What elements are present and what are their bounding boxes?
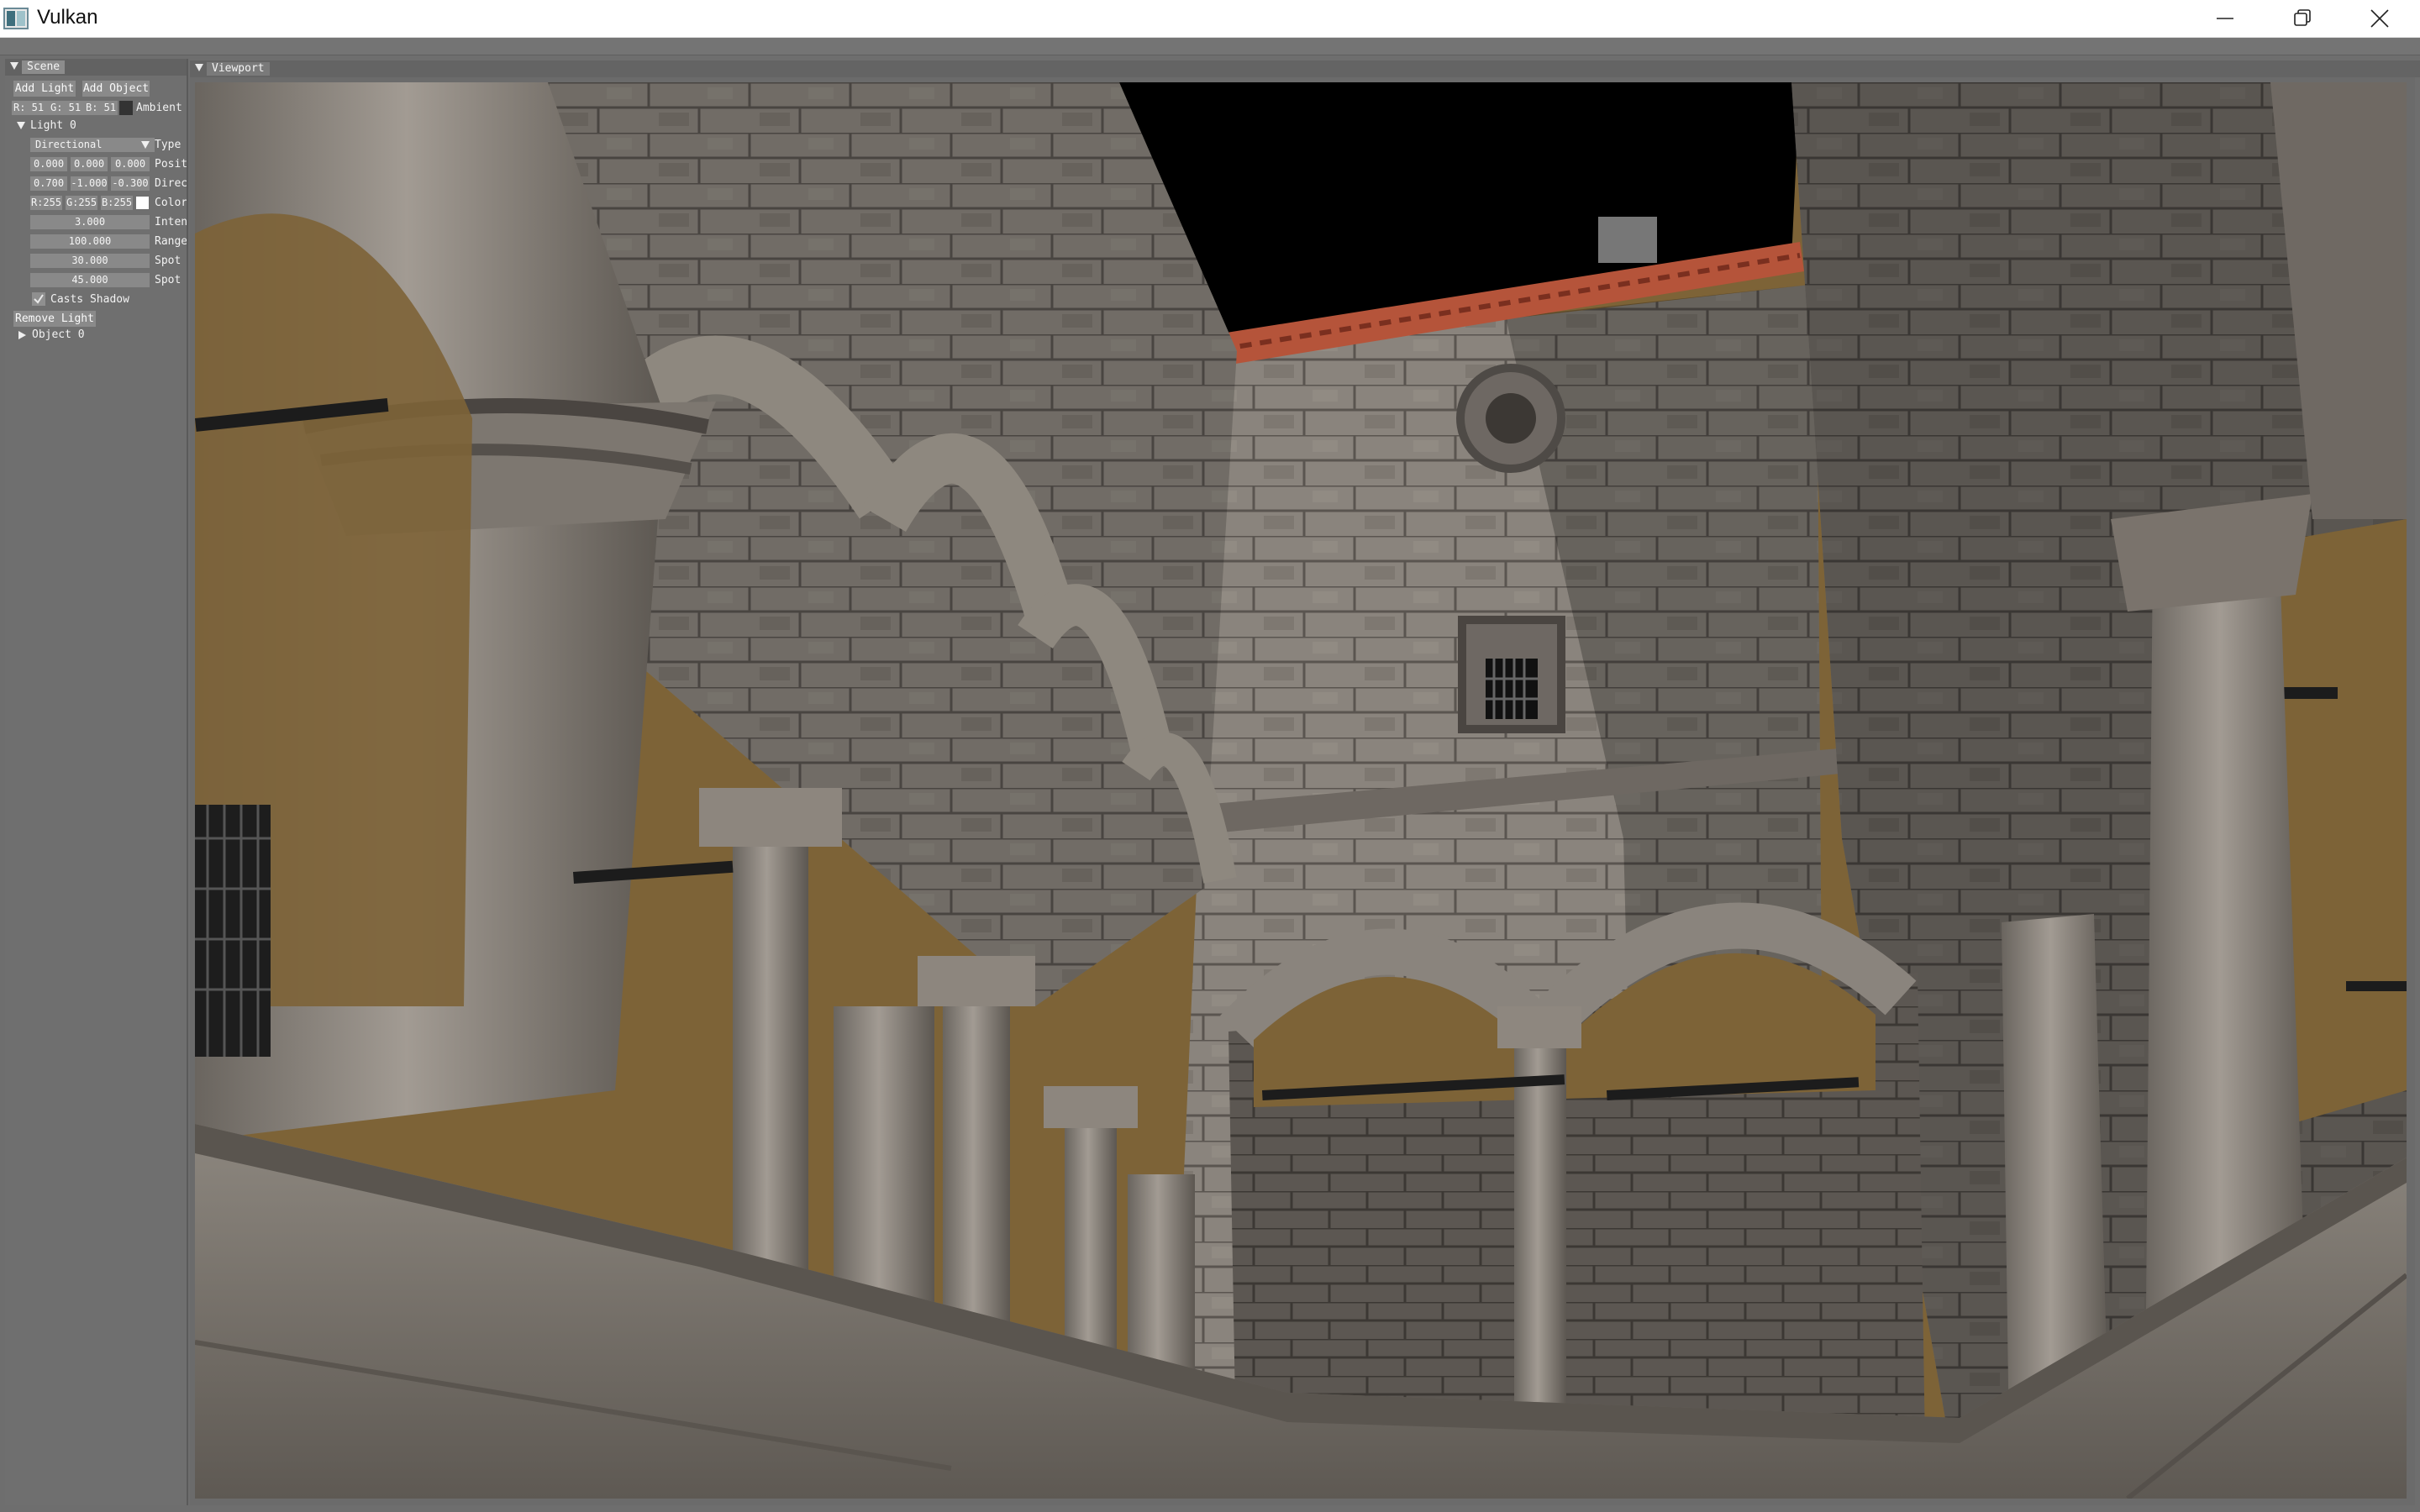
add-object-button[interactable]: Add Object — [82, 81, 150, 97]
casts-shadow-label: Casts Shadow — [50, 293, 129, 306]
maximize-button[interactable] — [2264, 0, 2341, 37]
minimize-icon — [2217, 18, 2233, 19]
spot-outer-slider[interactable]: 45.000 — [30, 273, 150, 287]
color-g-field[interactable]: G:255 — [66, 196, 97, 210]
window-title: Vulkan — [37, 6, 98, 29]
ambient-b-field[interactable]: B: 51 — [84, 101, 118, 115]
checkmark-icon — [34, 294, 44, 304]
type-label: Type — [155, 139, 182, 151]
light-0-expand-icon[interactable] — [17, 122, 25, 129]
scene-panel-body: Add Light Add Object R: 51 G: 51 B: 51 A… — [5, 76, 187, 1505]
collapse-arrow-icon[interactable] — [10, 62, 18, 70]
remove-light-button[interactable]: Remove Light — [13, 311, 96, 327]
color-label: Color — [155, 197, 187, 209]
scene-tab[interactable]: Scene — [22, 60, 66, 74]
viewport-tab-bar: Viewport — [190, 60, 2420, 77]
position-x-field[interactable]: 0.000 — [30, 157, 67, 171]
casts-shadow-checkbox[interactable] — [32, 292, 45, 306]
ambient-g-field[interactable]: G: 51 — [49, 101, 84, 115]
scene-tab-bar: Scene — [5, 59, 187, 76]
dock-strip — [0, 38, 2420, 55]
light-color-swatch[interactable] — [136, 197, 149, 209]
ambient-color-swatch[interactable] — [119, 101, 133, 115]
color-r-field[interactable]: R:255 — [30, 196, 62, 210]
position-y-field[interactable]: 0.000 — [71, 157, 108, 171]
vulkan-app-icon — [3, 8, 29, 29]
ambient-r-field[interactable]: R: 51 — [12, 101, 49, 115]
direction-z-field[interactable]: -0.300 — [111, 176, 150, 191]
collapse-arrow-icon[interactable] — [195, 64, 203, 71]
range-label: Range — [155, 235, 187, 248]
position-label: Positi — [155, 158, 187, 171]
spot-inner-slider[interactable]: 30.000 — [30, 254, 150, 268]
light-0-header[interactable]: Light 0 — [30, 118, 76, 133]
light-type-select[interactable]: Directional — [30, 138, 155, 152]
viewport-render[interactable] — [195, 82, 2407, 1499]
minimize-button[interactable] — [2186, 0, 2264, 37]
viewport-tab[interactable]: Viewport — [207, 62, 270, 76]
dropdown-arrow-icon — [141, 141, 150, 149]
courtyard-render-image — [195, 82, 2407, 1499]
object-0-header[interactable]: Object 0 — [32, 328, 85, 342]
range-slider[interactable]: 100.000 — [30, 234, 150, 249]
scene-panel: Scene Add Light Add Object R: 51 G: 51 B… — [5, 59, 188, 1505]
ambient-label: Ambient C — [136, 102, 187, 114]
close-icon — [2370, 9, 2389, 28]
direction-y-field[interactable]: -1.000 — [71, 176, 108, 191]
close-button[interactable] — [2341, 0, 2418, 37]
intensity-label: Intens — [155, 216, 187, 228]
spot-outer-label: Spot O — [155, 274, 187, 286]
object-0-expand-icon[interactable] — [18, 331, 26, 339]
direction-x-field[interactable]: 0.700 — [30, 176, 67, 191]
title-bar: Vulkan — [0, 0, 2420, 38]
restore-icon — [2294, 9, 2311, 26]
intensity-slider[interactable]: 3.000 — [30, 215, 150, 229]
light-type-value: Directional — [35, 139, 103, 150]
spot-inner-label: Spot I — [155, 255, 187, 267]
add-light-button[interactable]: Add Light — [13, 81, 76, 97]
position-z-field[interactable]: 0.000 — [111, 157, 150, 171]
direction-label: Direct — [155, 177, 187, 190]
color-b-field[interactable]: B:255 — [101, 196, 133, 210]
